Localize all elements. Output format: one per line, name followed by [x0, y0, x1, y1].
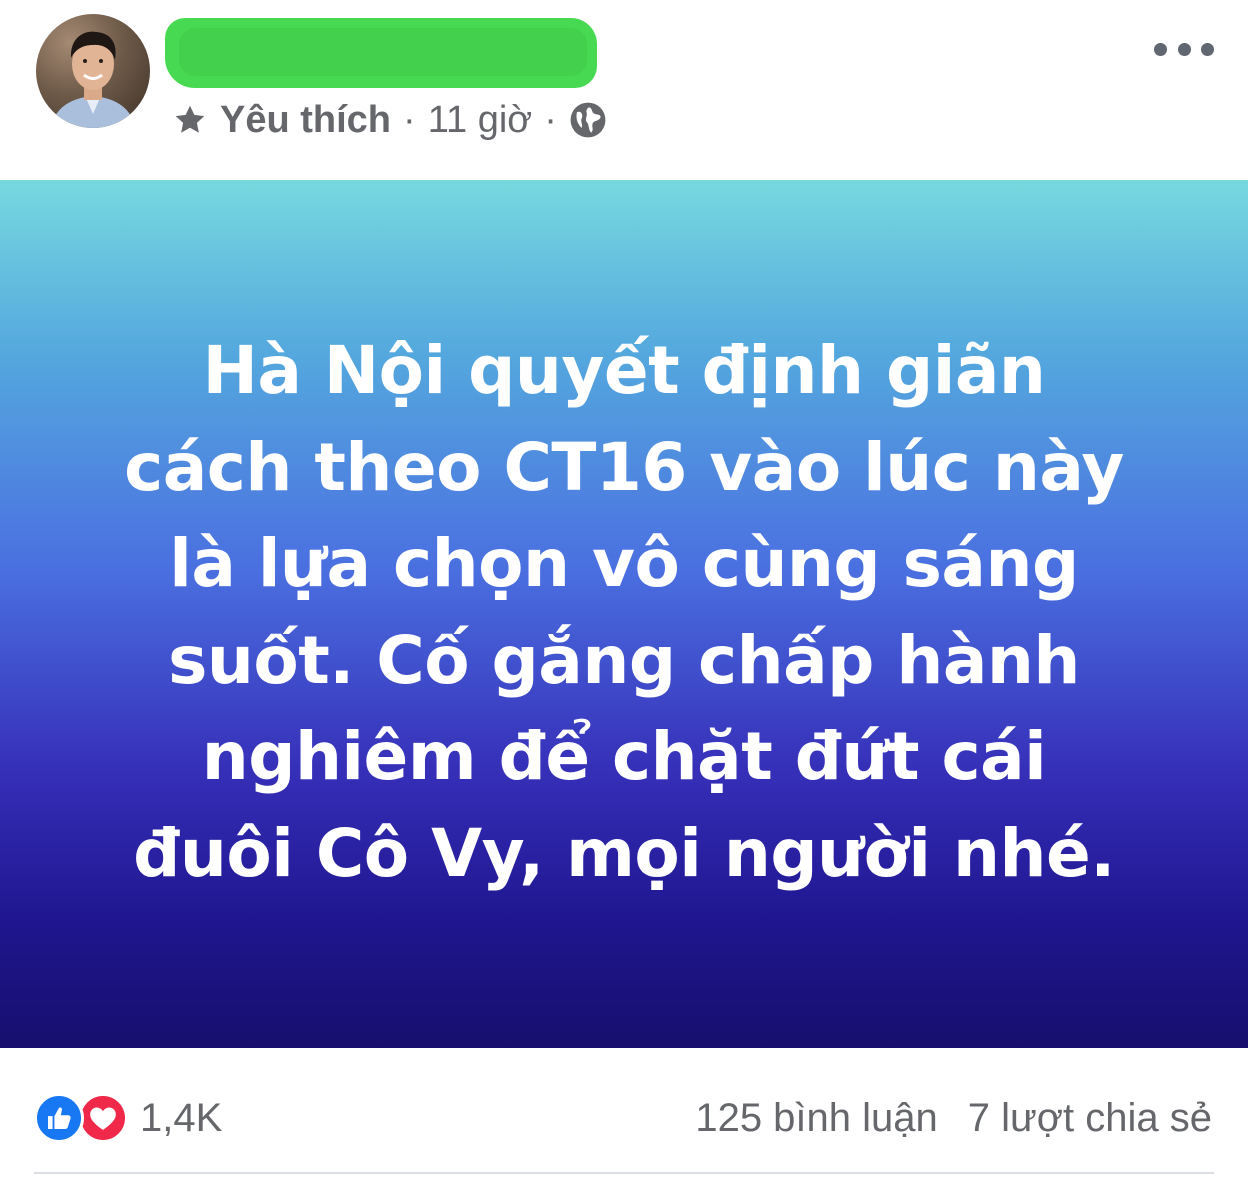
- meta-separator: ·: [403, 98, 416, 141]
- post-footer: 1,4K 125 bình luận 7 lượt chia sẻ: [0, 1048, 1248, 1200]
- facebook-post: Yêu thích · 11 giờ · Hà Nội quyết định g…: [0, 0, 1248, 1200]
- star-icon: [175, 105, 205, 133]
- post-text-line: cách theo CT16 vào lúc này: [124, 428, 1124, 506]
- post-meta: Yêu thích · 11 giờ ·: [172, 94, 607, 146]
- post-text-line: là lựa chọn vô cùng sáng: [169, 525, 1079, 602]
- engagement-counts: 125 bình luận 7 lượt chia sẻ: [695, 1090, 1212, 1146]
- post-text: Hà Nội quyết định giãn cách theo CT16 và…: [84, 323, 1164, 902]
- reactions-summary[interactable]: 1,4K: [34, 1090, 222, 1146]
- post-text-line: suốt. Cố gắng chấp hành: [168, 621, 1080, 699]
- globe-icon: [570, 102, 606, 138]
- post-text-card[interactable]: Hà Nội quyết định giãn cách theo CT16 và…: [0, 180, 1248, 1048]
- author-avatar[interactable]: [36, 14, 150, 128]
- divider: [34, 1172, 1214, 1174]
- author-name-redacted: [165, 18, 597, 88]
- more-dot: [1201, 42, 1214, 56]
- post-header: Yêu thích · 11 giờ ·: [0, 0, 1248, 180]
- post-text-line: đuôi Cô Vy, mọi người nhé.: [133, 814, 1115, 892]
- reaction-count: 1,4K: [140, 1095, 223, 1140]
- post-text-line: nghiêm để chặt đứt cái: [201, 718, 1047, 795]
- love-reaction-icon: [78, 1093, 128, 1143]
- post-time[interactable]: 11 giờ: [428, 99, 533, 142]
- more-dot: [1177, 42, 1191, 56]
- favorite-label[interactable]: Yêu thích: [220, 99, 391, 142]
- post-text-line: Hà Nội quyết định giãn: [202, 332, 1046, 409]
- like-reaction-icon: [34, 1093, 84, 1143]
- comments-count[interactable]: 125 bình luận: [695, 1096, 937, 1141]
- shares-count[interactable]: 7 lượt chia sẻ: [968, 1096, 1212, 1141]
- more-dot: [1154, 42, 1167, 56]
- more-options-icon[interactable]: [1154, 32, 1214, 66]
- meta-separator-2: ·: [544, 98, 557, 141]
